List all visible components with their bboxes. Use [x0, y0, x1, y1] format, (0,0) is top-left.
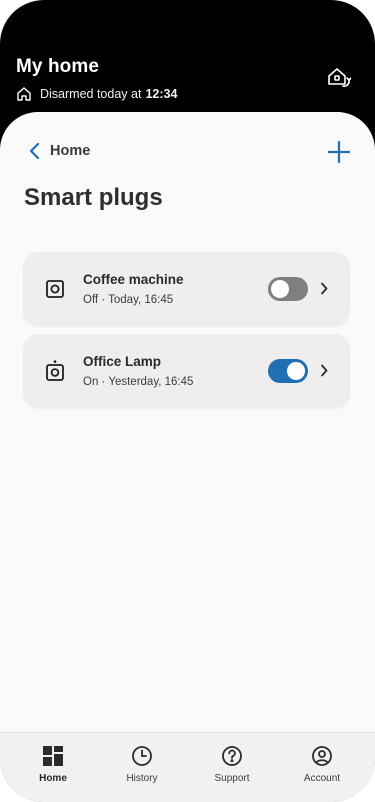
clock-icon: [132, 746, 152, 766]
chevron-right-icon: [321, 364, 328, 377]
alarm-status: Disarmed today at 12:34: [16, 86, 359, 102]
tab-home[interactable]: Home: [13, 745, 93, 784]
tab-history[interactable]: History: [102, 745, 182, 784]
smart-plug-on-icon: [46, 360, 64, 381]
help-icon: [222, 746, 242, 766]
smart-plug-icon: [46, 280, 64, 298]
house-icon: [17, 87, 31, 101]
plug-name: Coffee machine: [83, 272, 184, 287]
alarm-status-time: 12:34: [145, 87, 178, 101]
plug-name: Office Lamp: [83, 354, 162, 369]
site-header: My home Disarmed today at 12:34: [0, 0, 375, 130]
alarm-status-text: Disarmed today at: [40, 87, 142, 101]
add-icon[interactable]: [327, 140, 351, 164]
tab-account[interactable]: Account: [282, 745, 362, 784]
plug-card-office-lamp[interactable]: Office Lamp On · Yesterday, 16:45: [23, 334, 350, 408]
toggle-knob: [271, 280, 289, 298]
tab-label: Account: [303, 773, 341, 784]
dashboard-icon: [43, 746, 63, 766]
bottom-tab-bar: Home History Support Account: [0, 732, 375, 802]
toggle-knob: [287, 362, 305, 380]
chevron-left-icon: [29, 142, 40, 160]
back-label: Home: [50, 143, 91, 159]
tab-label: Home: [39, 773, 67, 784]
tab-support[interactable]: Support: [192, 745, 272, 784]
alarm-mode-icon[interactable]: [325, 64, 351, 90]
chevron-right-icon: [321, 282, 328, 295]
plug-status: Off · Today, 16:45: [83, 294, 174, 306]
power-toggle[interactable]: [268, 277, 308, 301]
plug-card-coffee-machine[interactable]: Coffee machine Off · Today, 16:45: [23, 252, 350, 326]
page-title: Smart plugs: [24, 184, 163, 211]
tab-label: Support: [214, 773, 250, 784]
site-title: My home: [16, 56, 100, 77]
back-button[interactable]: Home: [28, 142, 90, 160]
top-nav: Home: [0, 140, 375, 166]
main-sheet: Home Smart plugs Coffee machine Off · To…: [0, 112, 375, 802]
account-icon: [312, 746, 332, 766]
plug-status: On · Yesterday, 16:45: [83, 376, 194, 388]
power-toggle[interactable]: [268, 359, 308, 383]
app-screen: My home Disarmed today at 12:34 Home Sma…: [0, 0, 375, 802]
tab-label: History: [126, 773, 158, 784]
